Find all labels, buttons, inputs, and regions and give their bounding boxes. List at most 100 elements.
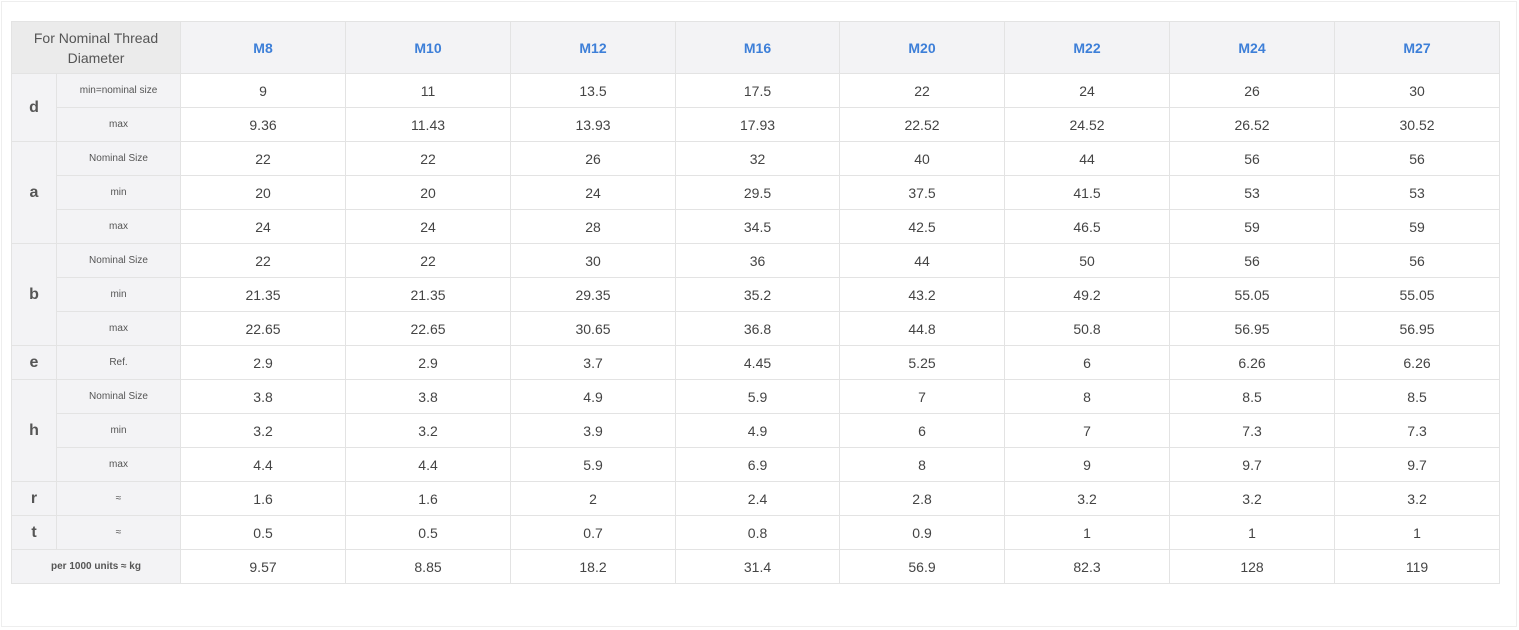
table-cell: 21.35: [180, 277, 347, 312]
table-cell: 2.9: [180, 345, 347, 380]
table-header: For Nominal Thread Diameter M8 M10 M12 M…: [10, 21, 1501, 74]
row-group-label-a: a: [11, 141, 57, 244]
table-cell: 4.9: [675, 413, 841, 448]
thread-spec-table: For Nominal Thread Diameter M8 M10 M12 M…: [10, 21, 1501, 584]
table-cell: 6.26: [1334, 345, 1501, 380]
table-cell: 0.9: [839, 515, 1006, 550]
column-header-m24: M24: [1169, 21, 1336, 74]
table-cell: 6.9: [675, 447, 841, 482]
table-cell: 0.5: [345, 515, 512, 550]
table-cell: 46.5: [1004, 209, 1171, 244]
table-cell: 4.4: [345, 447, 512, 482]
table-cell: 2: [510, 481, 677, 516]
table-cell: 18.2: [510, 549, 677, 584]
table-cell: 21.35: [345, 277, 512, 312]
table-cell: 44.8: [839, 311, 1006, 346]
column-header-m27: M27: [1334, 21, 1501, 74]
table-cell: 7: [1004, 413, 1171, 448]
row-group-label-t: t: [11, 515, 57, 550]
table-cell: 24: [345, 209, 512, 244]
table-row: max 22.65 22.65 30.65 36.8 44.8 50.8 56.95 56.95: [12, 311, 1501, 346]
table-cell: 24: [510, 175, 677, 210]
header-row: For Nominal Thread Diameter M8 M10 M12 M…: [10, 21, 1501, 74]
table-cell: 5.9: [675, 379, 841, 414]
table-cell: 7.3: [1334, 413, 1501, 448]
row-group-label-h: h: [11, 379, 57, 482]
table-cell: 35.2: [675, 277, 841, 312]
table-cell: 7: [839, 379, 1006, 414]
table-cell: 20: [345, 175, 512, 210]
table-cell: 30: [510, 243, 677, 278]
table-cell: 119: [1334, 549, 1501, 584]
table-cell: 128: [1169, 549, 1336, 584]
table-cell: 0.7: [510, 515, 677, 550]
row-sub-label: min=nominal size: [55, 73, 182, 108]
table-cell: 56: [1334, 141, 1501, 176]
row-sub-label: max: [55, 447, 182, 482]
row-group-label-d: d: [11, 73, 57, 142]
table-cell: 36: [675, 243, 841, 278]
table-row: min 21.35 21.35 29.35 35.2 43.2 49.2 55.05 55.05: [12, 277, 1501, 312]
table-cell: 1: [1334, 515, 1501, 550]
table-row: d min=nominal size 9 11 13.5 17.5 22 24 26 30: [11, 73, 1501, 142]
table-cell: 8.85: [345, 549, 512, 584]
row-sub-label: max: [55, 107, 182, 142]
table-cell: 29.5: [675, 175, 841, 210]
table-row: max 9.36 11.43 13.93 17.93 22.52 24.52 26.52 30.…: [12, 107, 1501, 142]
table-cell: 22: [180, 243, 347, 278]
table-cell: 26: [1169, 73, 1336, 108]
table-cell: 56.95: [1169, 311, 1336, 346]
table-cell: 17.93: [675, 107, 841, 142]
table-row: b Nominal Size 22 22 30 36 44 50 56 56: [11, 243, 1501, 346]
row-group-label-r: r: [11, 481, 57, 516]
corner-label: For Nominal Thread Diameter: [10, 21, 182, 74]
table-cell: 24: [1004, 73, 1171, 108]
table-cell: 49.2: [1004, 277, 1171, 312]
row-sub-label: Nominal Size: [55, 379, 182, 414]
column-header-m16: M16: [675, 21, 841, 74]
table-cell: 29.35: [510, 277, 677, 312]
column-header-m22: M22: [1004, 21, 1171, 74]
table-cell: 9: [1004, 447, 1171, 482]
table-cell: 3.2: [1169, 481, 1336, 516]
table-cell: 0.8: [675, 515, 841, 550]
table-cell: 22: [345, 141, 512, 176]
table-cell: 8.5: [1334, 379, 1501, 414]
table-cell: 7.3: [1169, 413, 1336, 448]
table-cell: 3.2: [180, 413, 347, 448]
table-cell: 24.52: [1004, 107, 1171, 142]
table-cell: 3.2: [345, 413, 512, 448]
column-header-m20: M20: [839, 21, 1006, 74]
table-cell: 22.65: [345, 311, 512, 346]
table-cell: 2.9: [345, 345, 512, 380]
table-row: e Ref. 2.9 2.9 3.7 4.45 5.25 6 6.26 6.26: [11, 345, 1501, 380]
table-cell: 3.2: [1334, 481, 1501, 516]
table-cell: 44: [839, 243, 1006, 278]
table-cell: 13.93: [510, 107, 677, 142]
table-cell: 31.4: [675, 549, 841, 584]
table-cell: 22: [839, 73, 1006, 108]
row-sub-label: max: [55, 209, 182, 244]
table-row: t ≈0.5 0.5 0.7 0.8 0.9 1 1 1: [11, 515, 1501, 550]
table-cell: 1.6: [345, 481, 512, 516]
table-cell: 3.9: [510, 413, 677, 448]
table-cell: 9.7: [1169, 447, 1336, 482]
table-cell: 4.9: [510, 379, 677, 414]
table-cell: 5.25: [839, 345, 1006, 380]
table-cell: 40: [839, 141, 1006, 176]
table-cell: 82.3: [1004, 549, 1171, 584]
table-cell: 1: [1004, 515, 1171, 550]
table-cell: 53: [1169, 175, 1336, 210]
table-cell: 2.8: [839, 481, 1006, 516]
column-header-m10: M10: [345, 21, 512, 74]
table-cell: 8.5: [1169, 379, 1336, 414]
table-cell: 59: [1334, 209, 1501, 244]
table-cell: 56.95: [1334, 311, 1501, 346]
table-cell: 24: [180, 209, 347, 244]
table-cell: 44: [1004, 141, 1171, 176]
table-cell: 55.05: [1169, 277, 1336, 312]
table-cell: 9: [180, 73, 347, 108]
table-cell: 36.8: [675, 311, 841, 346]
table-cell: 6: [839, 413, 1006, 448]
table-cell: 1: [1169, 515, 1336, 550]
